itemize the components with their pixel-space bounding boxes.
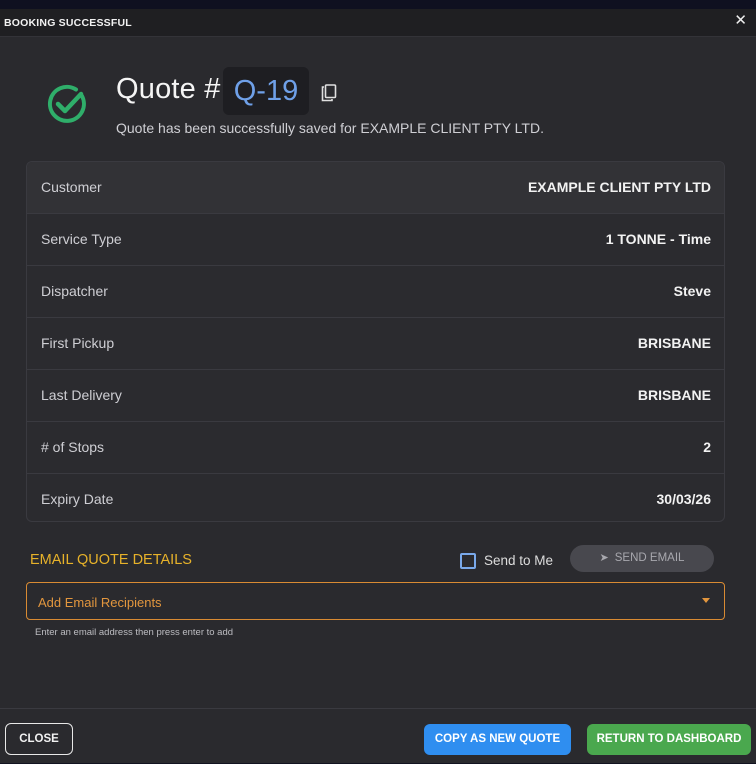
detail-value: EXAMPLE CLIENT PTY LTD [527, 179, 711, 195]
detail-row-service-type: Service Type 1 TONNE - Time [27, 214, 724, 266]
detail-row-expiry-date: Expiry Date 30/03/26 [27, 474, 724, 521]
detail-label: Expiry Date [41, 491, 114, 507]
detail-row-stops: # of Stops 2 [27, 422, 724, 474]
detail-value: 1 TONNE - Time [605, 231, 711, 247]
copy-icon[interactable] [321, 84, 337, 102]
close-icon[interactable]: ✕ [734, 13, 747, 29]
detail-row-last-delivery: Last Delivery BRISBANE [27, 370, 724, 422]
quote-label: Quote # [116, 73, 221, 105]
detail-row-dispatcher: Dispatcher Steve [27, 266, 724, 318]
booking-success-dialog: BOOKING SUCCESSFUL ✕ Quote # Q-19 Quote … [0, 9, 756, 763]
email-section-heading: EMAIL QUOTE DETAILS [30, 552, 192, 568]
detail-label: Service Type [41, 231, 122, 247]
close-button[interactable]: CLOSE [5, 723, 73, 755]
detail-row-customer: Customer EXAMPLE CLIENT PTY LTD [27, 162, 724, 214]
paper-plane-icon: ➤ [599, 552, 609, 564]
quote-id: Q-19 [223, 67, 309, 115]
send-email-button[interactable]: ➤ SEND EMAIL [570, 545, 714, 572]
email-hint: Enter an email address then press enter … [35, 627, 234, 638]
check-circle-icon [47, 84, 86, 123]
detail-value: 2 [703, 439, 711, 455]
checkbox-box[interactable] [460, 553, 476, 569]
dialog-title: BOOKING SUCCESSFUL [4, 17, 132, 29]
email-recipients-field[interactable] [26, 582, 725, 621]
detail-row-first-pickup: First Pickup BRISBANE [27, 318, 724, 370]
copy-as-new-quote-button[interactable]: COPY AS NEW QUOTE [424, 724, 571, 755]
email-recipients-input[interactable] [36, 583, 680, 621]
detail-value: 30/03/26 [656, 491, 712, 507]
detail-label: # of Stops [41, 439, 105, 455]
detail-label: Last Delivery [41, 387, 122, 403]
dialog-footer: CLOSE COPY AS NEW QUOTE RETURN TO DASHBO… [0, 708, 756, 764]
send-email-label: SEND EMAIL [614, 552, 685, 564]
quote-details-table: Customer EXAMPLE CLIENT PTY LTD Service … [26, 161, 725, 522]
detail-label: First Pickup [41, 335, 115, 351]
dropdown-caret-icon[interactable] [702, 598, 710, 603]
detail-label: Dispatcher [41, 283, 108, 299]
dialog-titlebar: BOOKING SUCCESSFUL ✕ [0, 9, 756, 37]
return-to-dashboard-button[interactable]: RETURN TO DASHBOARD [587, 724, 751, 755]
top-strip [0, 0, 756, 9]
detail-value: BRISBANE [637, 387, 711, 403]
send-to-me-label: Send to Me [484, 553, 554, 568]
detail-value: BRISBANE [637, 335, 711, 351]
detail-label: Customer [41, 179, 102, 195]
success-subtitle: Quote has been successfully saved for EX… [116, 120, 544, 136]
detail-value: Steve [673, 283, 711, 299]
